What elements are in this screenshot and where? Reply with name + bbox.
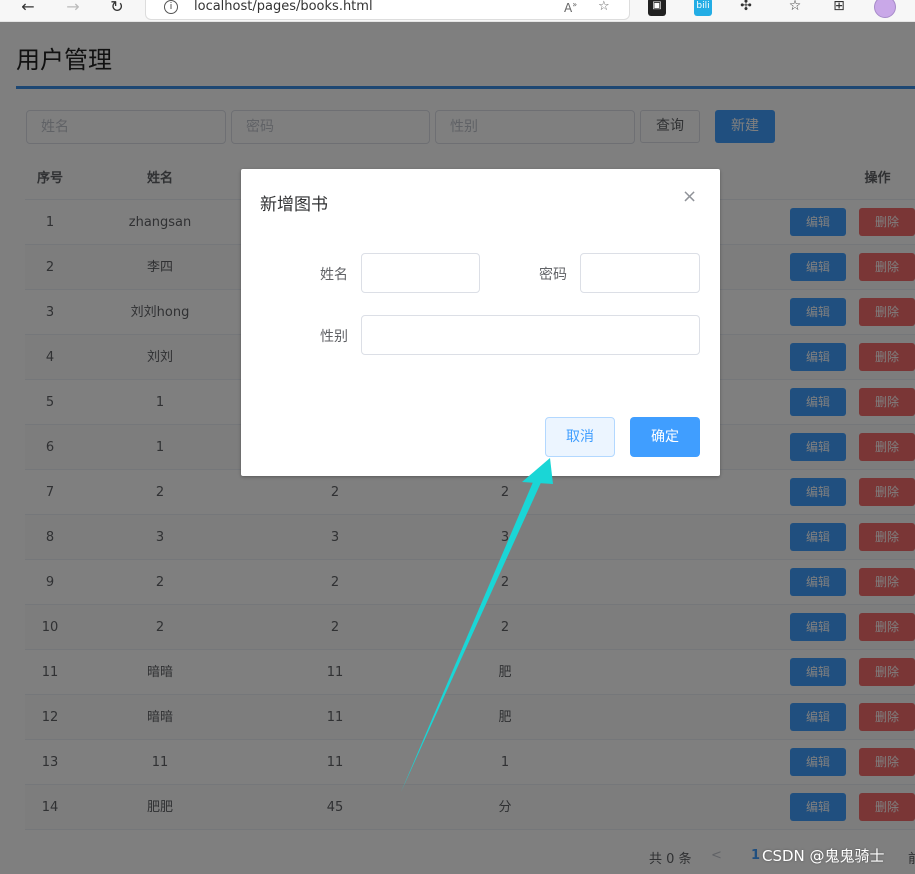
address-bar[interactable]: i localhost/pages/books.html A» ☆: [145, 0, 630, 20]
dialog-name-input[interactable]: [361, 253, 480, 293]
watermark: CSDN @鬼鬼骑士: [762, 847, 885, 865]
extension-icon[interactable]: ✣: [737, 0, 755, 16]
dialog-gender-input[interactable]: [361, 315, 700, 355]
profile-avatar[interactable]: [874, 0, 896, 18]
close-icon[interactable]: ×: [682, 186, 697, 207]
forward-icon[interactable]: →: [63, 0, 83, 16]
add-book-dialog: 新增图书 × 姓名 密码 性别 取消 确定: [241, 169, 720, 476]
reload-icon[interactable]: ↻: [107, 0, 127, 16]
dialog-password-label: 密码: [539, 267, 567, 283]
dialog-title: 新增图书: [260, 195, 328, 215]
extension-game-icon[interactable]: ▣: [648, 0, 666, 16]
dialog-gender-label: 性别: [320, 329, 348, 345]
dialog-password-input[interactable]: [580, 253, 700, 293]
dialog-name-label: 姓名: [320, 267, 348, 283]
cancel-button[interactable]: 取消: [545, 417, 615, 457]
add-favorite-icon[interactable]: ☆: [598, 0, 610, 14]
read-aloud-icon[interactable]: A»: [564, 0, 577, 15]
url-text[interactable]: localhost/pages/books.html: [194, 0, 373, 14]
extension-bili-icon[interactable]: bili: [694, 0, 712, 16]
info-icon[interactable]: i: [164, 0, 178, 14]
browser-toolbar: ← → ↻ i localhost/pages/books.html A» ☆ …: [0, 0, 915, 22]
favorites-icon[interactable]: ☆: [786, 0, 804, 16]
confirm-button[interactable]: 确定: [630, 417, 700, 457]
collections-icon[interactable]: ⊞: [830, 0, 848, 16]
back-icon[interactable]: ←: [18, 0, 38, 16]
